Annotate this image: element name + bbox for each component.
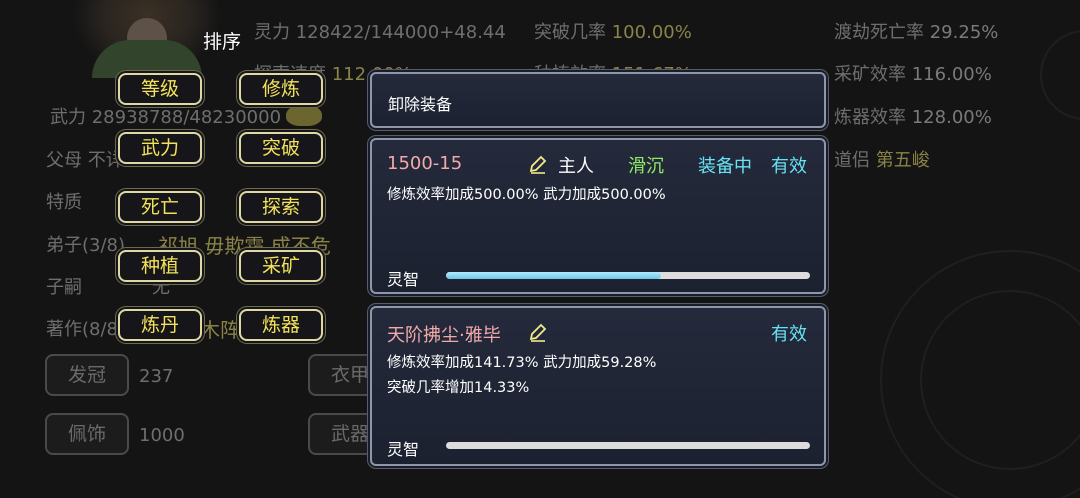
stat-lingli: 灵力 128422/144000+48.44 — [254, 22, 506, 43]
stat-texing-label: 特质 — [46, 192, 82, 213]
slot-faguan[interactable]: 发冠 — [45, 354, 129, 396]
character-portrait[interactable] — [72, 0, 222, 78]
slot-peishi-value: 1000 — [139, 425, 185, 446]
sort-button-death[interactable]: 死亡 — [118, 191, 202, 223]
lingzhi-bar-fill — [446, 272, 661, 279]
stat-zhuzuo-label: 著作(8/8) — [46, 319, 126, 340]
equipment-card-2[interactable]: 天阶拂尘·雅毕 有效 修炼效率加成141.73% 武力加成59.28% 突破几率… — [370, 306, 826, 466]
stat-dujie-value: 29.25% — [929, 22, 999, 43]
stat-dujie: 渡劫死亡率 29.25% — [834, 18, 998, 44]
pencil-icon[interactable] — [528, 154, 548, 174]
slot-peishi[interactable]: 佩饰 — [45, 413, 129, 455]
stat-lianqi-label: 炼器效率 — [834, 107, 906, 128]
gourd-icon — [286, 104, 322, 126]
cloud-swirl-decoration — [1040, 30, 1080, 120]
owner-name: 滑沉 — [628, 156, 664, 177]
stat-dizi-label: 弟子(3/8) — [46, 235, 126, 256]
sort-button-breakthrough[interactable]: 突破 — [239, 132, 323, 164]
sort-button-forging[interactable]: 炼器 — [239, 309, 323, 341]
stat-zisi-label: 子嗣 — [46, 277, 82, 298]
stat-daolv-label: 道侣 — [834, 150, 870, 171]
game-screen: 灵力 128422/144000+48.44 突破几率 100.00% 渡劫死亡… — [0, 0, 1080, 498]
lingzhi-label: 灵智 — [387, 440, 420, 459]
unequip-button[interactable]: 卸除装备 — [370, 72, 826, 128]
stat-tupo: 突破几率 100.00% — [534, 18, 692, 44]
equipment-card-1[interactable]: 1500-15 主人 滑沉 装备中 有效 修炼效率加成500.00% 武力加成5… — [370, 138, 826, 294]
lingzhi-bar — [446, 272, 810, 279]
sort-button-level[interactable]: 等级 — [118, 73, 202, 105]
pencil-icon[interactable] — [528, 322, 548, 342]
stat-wuli: 武力 28938788/48230000 — [50, 107, 282, 128]
sort-button-cultivation[interactable]: 修炼 — [239, 73, 323, 105]
sort-button-explore[interactable]: 探索 — [239, 191, 323, 223]
stat-lianqi-value: 128.00% — [911, 107, 992, 128]
stat-tupo-value: 100.00% — [611, 22, 692, 43]
lingzhi-bar — [446, 442, 810, 449]
slot-faguan-value: 237 — [139, 366, 174, 387]
stat-tupo-label: 突破几率 — [534, 22, 606, 43]
stat-dujie-label: 渡劫死亡率 — [834, 22, 924, 43]
status-tag: 有效 — [771, 324, 807, 345]
stat-daolv-value: 第五峻 — [875, 150, 930, 171]
sort-button-planting[interactable]: 种植 — [118, 250, 202, 282]
stat-lianqi: 炼器效率 128.00% — [834, 103, 992, 129]
stat-daolv: 道侣 第五峻 — [834, 146, 930, 172]
stat-caikuang: 采矿效率 116.00% — [834, 60, 992, 86]
item-effect-line: 修炼效率加成141.73% 武力加成59.28% — [387, 355, 657, 371]
unequip-label: 卸除装备 — [388, 95, 453, 114]
sort-button-force[interactable]: 武力 — [118, 132, 202, 164]
owner-label: 主人 — [558, 156, 594, 177]
sort-button-alchemy[interactable]: 炼丹 — [118, 309, 202, 341]
sort-title: 排序 — [203, 31, 242, 53]
lingzhi-label: 灵智 — [387, 270, 420, 289]
item-effect-line: 修炼效率加成500.00% 武力加成500.00% — [387, 187, 666, 203]
stat-caikuang-label: 采矿效率 — [834, 64, 906, 85]
equipped-tag: 装备中 — [698, 156, 752, 177]
item-name: 1500-15 — [387, 153, 463, 174]
sort-button-mining[interactable]: 采矿 — [239, 250, 323, 282]
status-tag: 有效 — [771, 156, 807, 177]
item-name: 天阶拂尘·雅毕 — [387, 325, 501, 346]
item-effect-line: 突破几率增加14.33% — [387, 380, 530, 396]
stat-fumu: 父母 不详 — [46, 150, 124, 171]
stat-caikuang-value: 116.00% — [911, 64, 992, 85]
